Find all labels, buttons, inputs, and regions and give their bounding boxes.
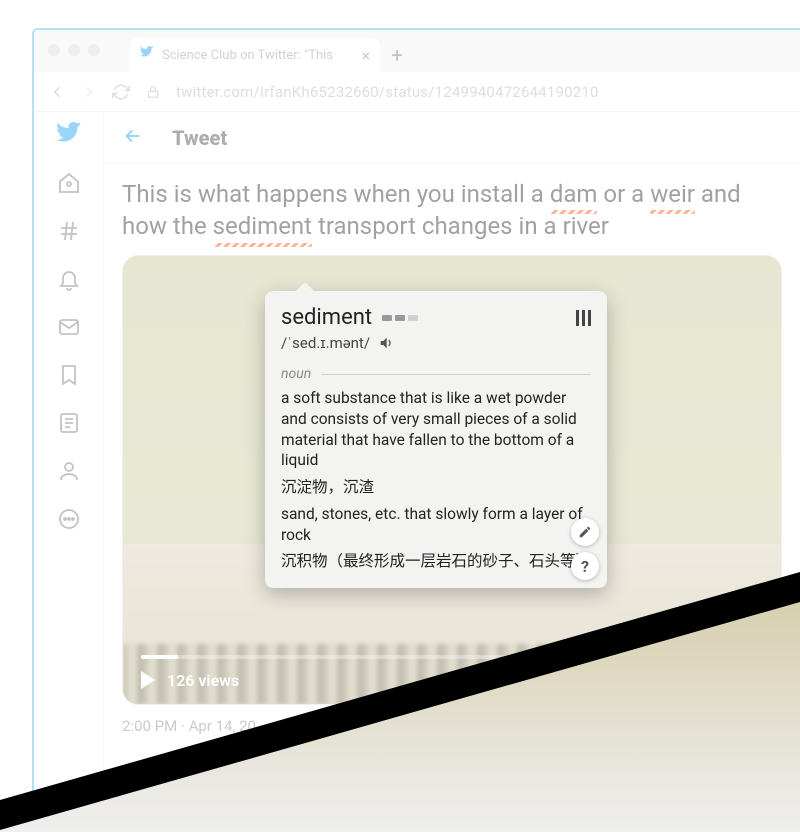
back-arrow-icon[interactable] [122,125,144,151]
speaker-icon[interactable] [378,335,394,351]
view-count: 126 views [167,671,239,690]
definition-zh-2: 沉积物（最终形成一层岩石的砂子、石头等） [281,551,591,572]
envelope-icon[interactable] [56,314,82,340]
tweet-text: This is what happens when you install a … [122,178,782,243]
person-icon[interactable] [56,458,82,484]
definitions: a soft substance that is like a wet powd… [281,388,591,572]
twitter-logo-icon[interactable] [56,122,82,148]
highlighted-word-weir[interactable]: weir [650,178,695,210]
columns-icon[interactable] [576,310,591,326]
part-of-speech: noun [281,366,311,382]
window-close-dot[interactable] [48,44,60,56]
dictionary-popup: sediment /ˈsed.ɪ.mənt/ noun a soft subst… [265,291,607,588]
tab-bar: Science Club on Twitter: "This × + [34,30,800,72]
home-icon[interactable] [56,170,82,196]
ipa-text: /ˈsed.ɪ.mənt/ [281,334,370,352]
url-text[interactable]: twitter.com/IrfanKh65232660/status/12499… [176,83,599,101]
part-of-speech-row: noun [281,366,591,382]
browser-tab[interactable]: Science Club on Twitter: "This × [130,38,380,72]
reload-icon[interactable] [112,83,130,101]
address-bar: twitter.com/IrfanKh65232660/status/12499… [34,72,800,112]
tweet-timestamp: 2:00 PM · Apr 14, 20 [122,717,782,735]
pronunciation-row: /ˈsed.ɪ.mənt/ [281,334,591,352]
nav-forward-icon[interactable] [80,83,98,101]
edit-button[interactable] [571,518,599,546]
page-header: Tweet [104,112,800,164]
more-icon[interactable] [56,506,82,532]
video-progress-bar[interactable] [141,655,763,659]
highlighted-word-sediment[interactable]: sediment [213,210,312,242]
bookmark-icon[interactable] [56,362,82,388]
dictionary-word: sediment [281,305,372,330]
dictionary-header: sediment [281,305,591,330]
sidebar [34,112,104,832]
new-tab-button[interactable]: + [380,38,414,72]
tab-close-icon[interactable]: × [361,46,370,65]
definition-en-1: a soft substance that is like a wet powd… [281,388,591,471]
hashtag-icon[interactable] [56,218,82,244]
page-title: Tweet [172,126,227,150]
level-indicator [382,315,418,321]
lock-icon [144,83,162,101]
definition-zh-1: 沉淀物，沉渣 [281,477,591,498]
video-controls: 126 views [123,641,781,704]
play-icon[interactable] [141,671,155,689]
help-button[interactable]: ? [571,552,599,580]
nav-back-icon[interactable] [48,83,66,101]
window-minimize-dot[interactable] [68,44,80,56]
bell-icon[interactable] [56,266,82,292]
twitter-favicon-icon [140,46,154,64]
list-icon[interactable] [56,410,82,436]
tab-title: Science Club on Twitter: "This [162,48,353,63]
window-maximize-dot[interactable] [88,44,100,56]
window-controls [48,44,100,56]
definition-en-2: sand, stones, etc. that slowly form a la… [281,504,591,546]
highlighted-word-dam[interactable]: dam [550,178,598,210]
